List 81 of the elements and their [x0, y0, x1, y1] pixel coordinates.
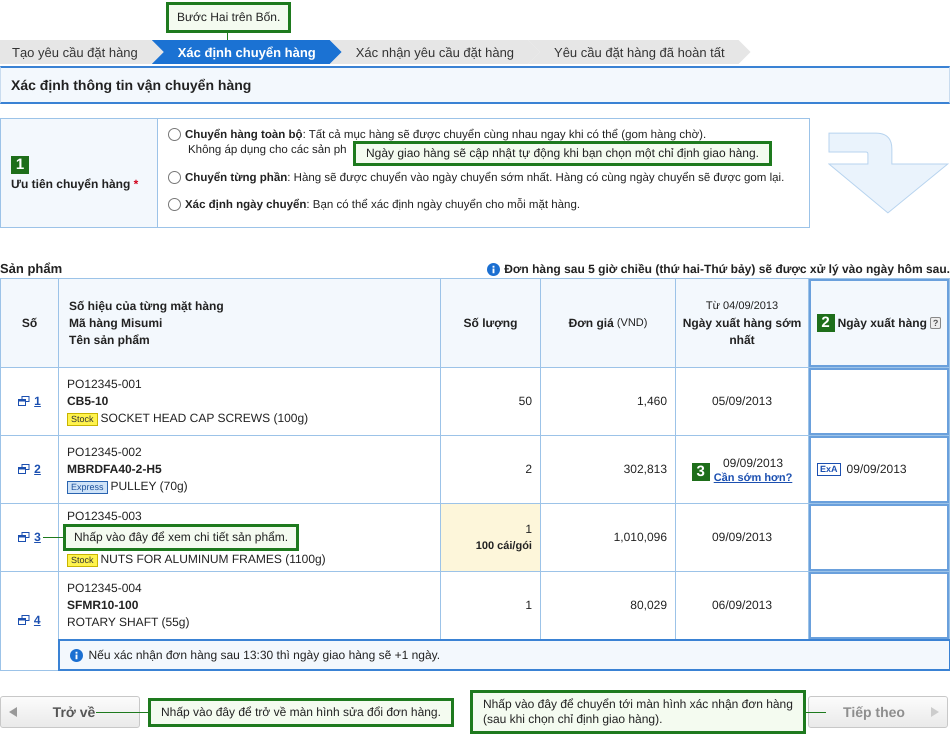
column-header: Số lượng: [440, 278, 540, 368]
step-badge: 2: [816, 314, 835, 332]
option-text: Chuyển hàng toàn bộ: Tất cả mục hàng sẽ được chuyển cùng nhau ngay khi có thể (gom hàng chờ).: [185, 128, 706, 140]
back-button[interactable]: Trở về: [0, 696, 140, 728]
radio-button[interactable]: [168, 128, 181, 141]
progress-step: Tạo yêu cầu đặt hàng: [0, 40, 164, 64]
item-link[interactable]: 4: [18, 613, 41, 628]
back-callout: Nhấp vào đây để trở về màn hình sửa đổi đơn hàng.: [148, 698, 454, 726]
window-icon: [18, 615, 30, 626]
left-triangle-icon: [9, 707, 17, 717]
unit-price: 80,029: [629, 597, 667, 614]
column-header: Ngày xuất hàng: [838, 314, 927, 332]
column-header: Mã hàng Misumi: [69, 314, 164, 332]
item-link[interactable]: 2: [18, 462, 41, 476]
detail-callout: Nhấp vào đây để xem chi tiết sản phẩm.: [63, 524, 300, 551]
info-icon: [487, 262, 500, 276]
part-number: PO12345-002: [67, 444, 143, 461]
quantity: 50: [518, 393, 532, 410]
step-badge: 1: [11, 156, 29, 174]
leader-line: [43, 537, 65, 538]
ship-date: 09/09/2013: [846, 461, 907, 478]
column-header: Số hiệu của từng mặt hàng: [69, 298, 225, 314]
quantity: 2: [524, 461, 532, 478]
product-name: SOCKET HEAD CAP SCREWS (100g): [100, 411, 308, 425]
progress-step: Xác nhận yêu cầu đặt hàng: [330, 40, 540, 64]
stock-tag: Stock: [67, 413, 98, 426]
option-text: Chuyển từng phần: Hàng sẽ được chuyển vào ngày chuyển sớm nhất. Hàng có cùng ngày chuyển sẽ được gom lại.: [185, 172, 784, 184]
date-from: Từ 04/09/2013: [704, 298, 780, 314]
next-callout: Nhấp vào đây để chuyển tới màn hình xác nhận đơn hàng (sau khi chọn chỉ định giao hàng).: [470, 690, 806, 734]
section-title: Xác định thông tin vận chuyển hàng: [0, 66, 950, 104]
earlier-link[interactable]: Cần sớm hơn?: [714, 472, 792, 484]
radio-button[interactable]: [168, 198, 181, 211]
item-link[interactable]: 1: [18, 394, 41, 408]
field-label: Ưu tiên chuyển hàng: [11, 176, 130, 190]
stock-tag: Stock: [67, 554, 98, 566]
window-icon: [18, 464, 30, 474]
earliest-date: 09/09/2013: [712, 529, 772, 546]
quantity: 1: [524, 597, 532, 614]
column-header: Đơn giá: [568, 314, 614, 332]
item-link[interactable]: 3: [18, 530, 41, 544]
column-header: Ngày xuất hàng sớm nhất: [682, 314, 802, 348]
part-number: PO12345-001: [67, 376, 143, 393]
radio-button[interactable]: [168, 171, 181, 184]
unit-price: 1,010,096: [612, 529, 667, 546]
product-name: NUTS FOR ALUMINUM FRAMES (1100g): [100, 552, 326, 566]
unit-price: 302,813: [622, 461, 667, 478]
product-code: MBRDFA40-2-H5: [67, 461, 163, 478]
window-icon: [18, 532, 30, 542]
right-triangle-icon: [931, 707, 939, 717]
progress-step: Xác định chuyển hàng: [152, 40, 342, 64]
option-text: Xác định ngày chuyển: Bạn có thể xác định ngày chuyển cho mỗi mặt hàng.: [185, 198, 580, 210]
part-number: PO12345-003: [67, 508, 143, 524]
column-header: Tên sản phẩm: [69, 332, 151, 348]
product-name: ROTARY SHAFT (55g): [67, 615, 190, 629]
option-note: Không áp dụng cho các sản ph: [188, 144, 347, 156]
required-mark: *: [134, 176, 138, 190]
express-mark: ExA: [817, 463, 841, 476]
window-icon: [18, 396, 30, 406]
earliest-date: 05/09/2013: [712, 393, 772, 410]
quantity: 1: [524, 520, 532, 538]
delivery-callout: Ngày giao hàng sẽ cập nhật tự động khi bạn chọn một chỉ định giao hàng.: [353, 141, 772, 166]
step-badge: 3: [692, 463, 710, 481]
currency-unit: (VND): [616, 316, 648, 330]
earliest-date: 06/09/2013: [712, 597, 772, 614]
column-header: Số: [0, 278, 58, 368]
help-icon[interactable]: ?: [930, 317, 942, 329]
products-title: Sản phẩm: [0, 261, 62, 276]
step-callout: Bước Hai trên Bốn.: [166, 2, 292, 33]
product-code: CB5-10: [67, 393, 110, 410]
cutoff-notice: Đơn hàng sau 5 giờ chiều (thứ hai-Thứ bảy) sẽ được xử lý vào ngày hôm sau.: [504, 262, 950, 276]
unit-price: 1,460: [636, 393, 667, 410]
stock-tag: Express: [67, 481, 108, 494]
earliest-date: 09/09/2013: [722, 455, 784, 472]
product-code: SFMR10-100: [67, 597, 140, 614]
note-text: Nếu xác nhận đơn hàng sau 13:30 thì ngày giao hàng sẽ +1 ngày.: [88, 648, 440, 662]
product-name: PULLEY (70g): [110, 479, 188, 493]
info-icon: [70, 648, 82, 662]
part-number: PO12345-004: [67, 580, 143, 597]
progress-step: Yêu cầu đặt hàng đã hoàn tất: [528, 40, 751, 64]
leader-line: [96, 712, 148, 713]
pack-unit: 100 cái/gói: [474, 538, 532, 554]
